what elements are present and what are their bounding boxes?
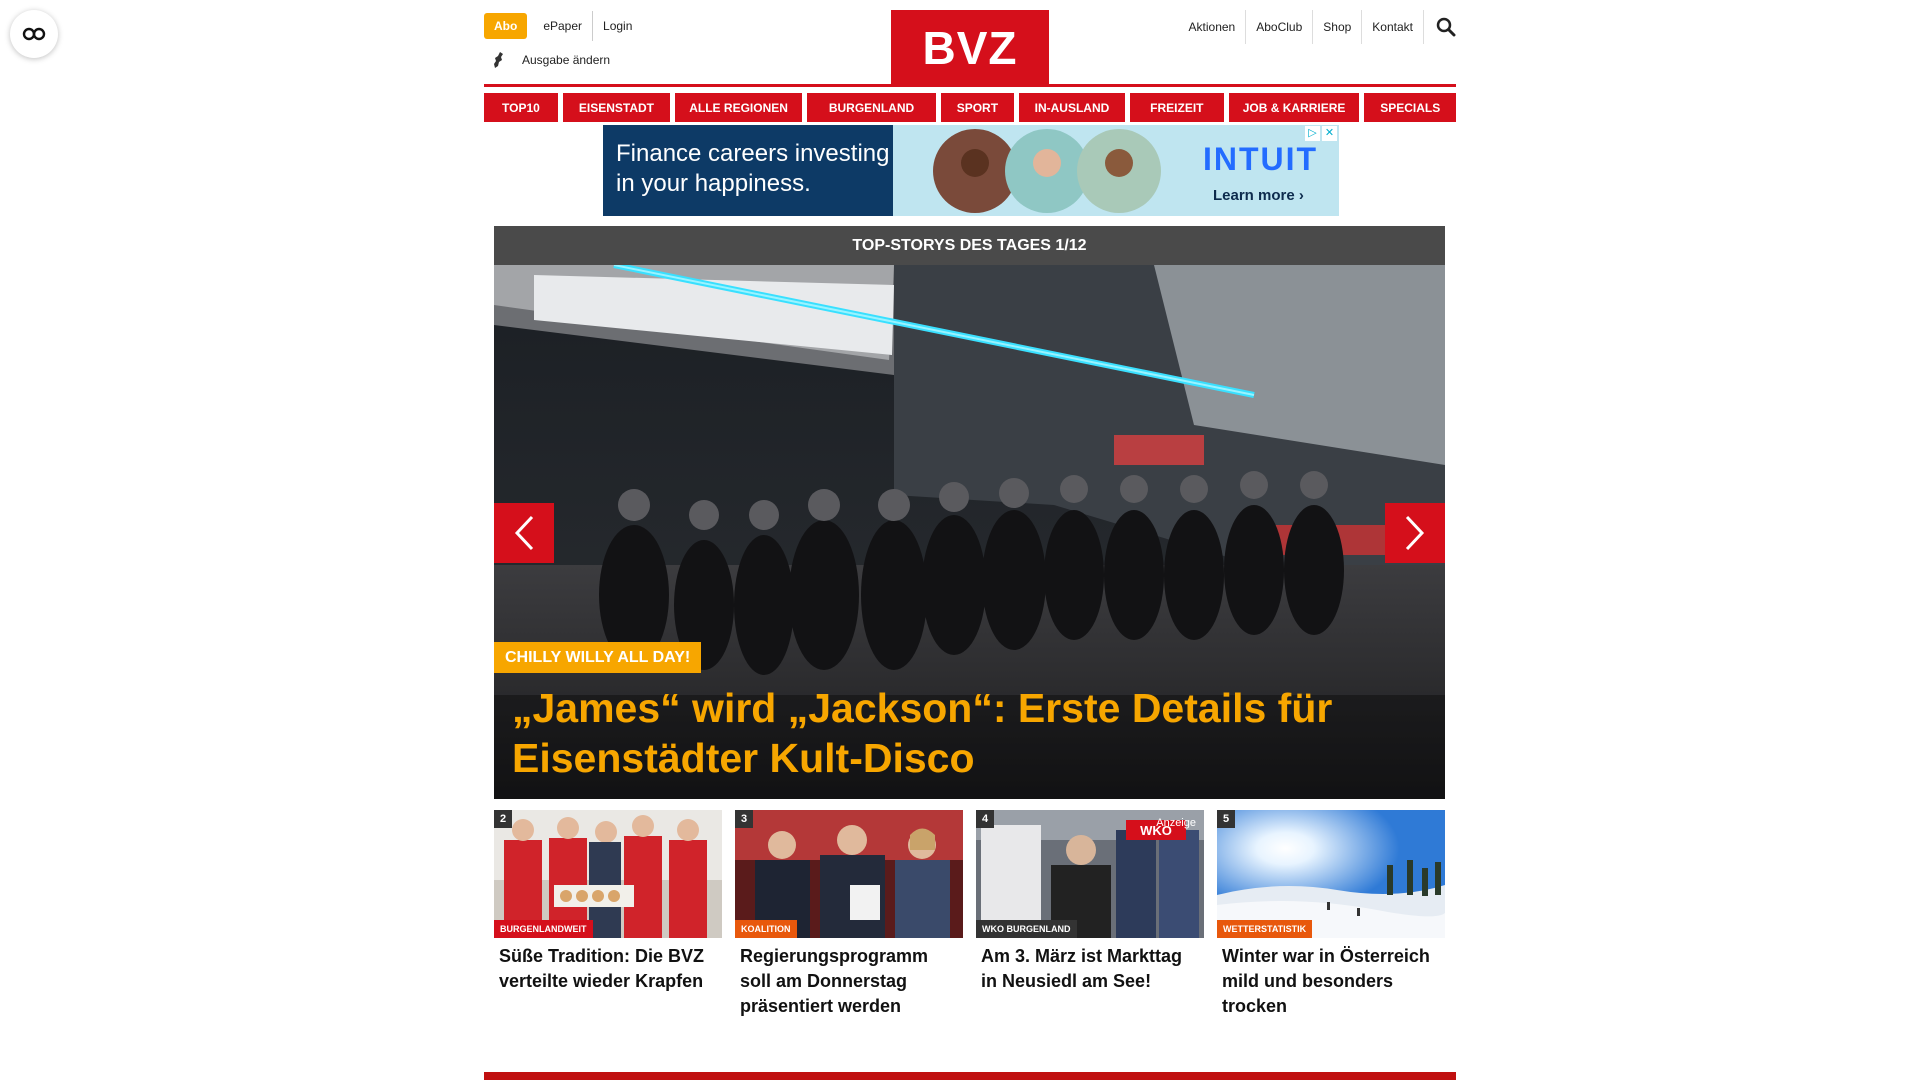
chevron-right-icon [1405,515,1425,551]
slider-prev-button[interactable] [494,503,554,563]
teaser-title[interactable]: Süße Tradition: Die BVZ verteilte wieder… [494,938,722,994]
coalition-photo [735,810,963,938]
nav-item-eisenstadt[interactable]: EISENSTADT [562,93,671,122]
nav-item-in-ausland[interactable]: IN-AUSLAND [1018,93,1126,122]
nav-item-alle-regionen[interactable]: ALLE REGIONEN [675,93,803,122]
intuit-ad-banner[interactable]: Finance careers investing in your happin… [603,125,1339,216]
teaser-category: WETTERSTATISTIK [1217,920,1313,938]
main-navigation: TOP10 EISENSTADT ALLE REGIONEN BURGENLAN… [484,93,1457,122]
edition-switch[interactable]: Ausgabe ändern [484,51,610,69]
glasses-icon [22,27,46,41]
ad-close-icon[interactable]: ✕ [1322,126,1337,141]
login-link[interactable]: Login [593,11,642,41]
nav-item-job-karriere[interactable]: JOB & KARRIERE [1228,93,1360,122]
teaser-number: 4 [976,810,994,828]
top-stories-heading: TOP-STORYS DES TAGES 1/12 [494,226,1445,265]
krapfen-photo [494,810,722,938]
teaser-title[interactable]: Am 3. März ist Markttag in Neusiedl am S… [976,938,1204,994]
nav-item-burgenland[interactable]: BURGENLAND [807,93,936,122]
footer-bar [484,1072,1456,1080]
bvz-logo[interactable]: BVZ [891,10,1049,84]
nav-item-freizeit[interactable]: FREIZEIT [1130,93,1224,122]
markttag-photo: WKO [976,810,1204,938]
ad-headline-line1: Finance careers investing [616,140,890,167]
intuit-logo: INTUIT [1203,141,1319,177]
teaser-category: BURGENLANDWEIT [494,920,593,938]
winter-photo [1217,810,1445,938]
ad-headline: Finance careers investing in your happin… [616,139,889,199]
burgenland-map-icon [494,52,503,68]
top-stories-slider: TOP-STORYS DES TAGES 1/12 CHILLY WILLY A… [494,226,1445,799]
nav-item-top10[interactable]: TOP10 [484,93,558,122]
teaser-image: 5 WETTERSTATISTIK [1217,810,1445,938]
page-wrapper: Abo ePaper Login Ausgabe ändern BVZ Akti… [484,0,1457,1016]
ad-headline-line2: in your happiness. [616,170,811,197]
aktionen-link[interactable]: Aktionen [1179,10,1247,44]
ad-label: Anzeige [1156,817,1196,829]
teaser-title[interactable]: Winter war in Österreich mild und besond… [1217,938,1445,1019]
adchoices-icon[interactable]: ▷ [1305,126,1320,141]
hero-story[interactable]: CHILLY WILLY ALL DAY! „James“ wird „Jack… [494,265,1445,799]
header-left-links: Abo ePaper Login [484,11,642,41]
epaper-link[interactable]: ePaper [533,11,594,41]
chevron-left-icon [514,515,534,551]
search-button[interactable] [1424,17,1456,37]
ad-controls: ▷ ✕ [1305,126,1337,141]
ad-learn-more[interactable]: Learn more › [1213,187,1304,204]
nav-item-specials[interactable]: SPECIALS [1364,93,1457,122]
teaser-category: WKO BURGENLAND [976,920,1077,938]
nav-item-sport[interactable]: SPORT [940,93,1014,122]
header-divider [484,84,1456,87]
hero-title[interactable]: „James“ wird „Jackson“: Erste Details fü… [512,683,1412,783]
header-right-links: Aktionen AboClub Shop Kontakt [1179,10,1456,44]
hero-kicker: CHILLY WILLY ALL DAY! [494,642,702,673]
teaser-image: 3 KOALITION [735,810,963,938]
abo-button[interactable]: Abo [484,13,528,39]
site-header: Abo ePaper Login Ausgabe ändern BVZ Akti… [484,0,1456,84]
teaser-number: 5 [1217,810,1235,828]
slider-next-button[interactable] [1385,503,1445,563]
teaser-category: KOALITION [735,920,797,938]
accessibility-button[interactable] [10,10,58,58]
teaser-image: WKO 4 Anzeige WKO BURGENLAND [976,810,1204,938]
teaser-title[interactable]: Regierungsprogramm soll am Donnerstag pr… [735,938,963,1019]
teaser-card[interactable]: 2 BURGENLANDWEIT Süße Tradition: Die BVZ… [494,810,722,1019]
search-icon [1436,17,1456,37]
teaser-image: 2 BURGENLANDWEIT [494,810,722,938]
aboclub-link[interactable]: AboClub [1246,10,1314,44]
teaser-row: 2 BURGENLANDWEIT Süße Tradition: Die BVZ… [494,810,1445,1019]
edition-label: Ausgabe ändern [522,53,611,67]
teaser-card[interactable]: 5 WETTERSTATISTIK Winter war in Österrei… [1217,810,1445,1019]
teaser-card[interactable]: WKO 4 Anzeige WKO BURGENLAND Am 3. März … [976,810,1204,1019]
ad-people-photos [933,129,1161,213]
shop-link[interactable]: Shop [1313,10,1363,44]
teaser-card[interactable]: 3 KOALITION Regierungsprogramm soll am D… [735,810,963,1019]
kontakt-link[interactable]: Kontakt [1362,10,1424,44]
teaser-number: 3 [735,810,753,828]
teaser-number: 2 [494,810,512,828]
